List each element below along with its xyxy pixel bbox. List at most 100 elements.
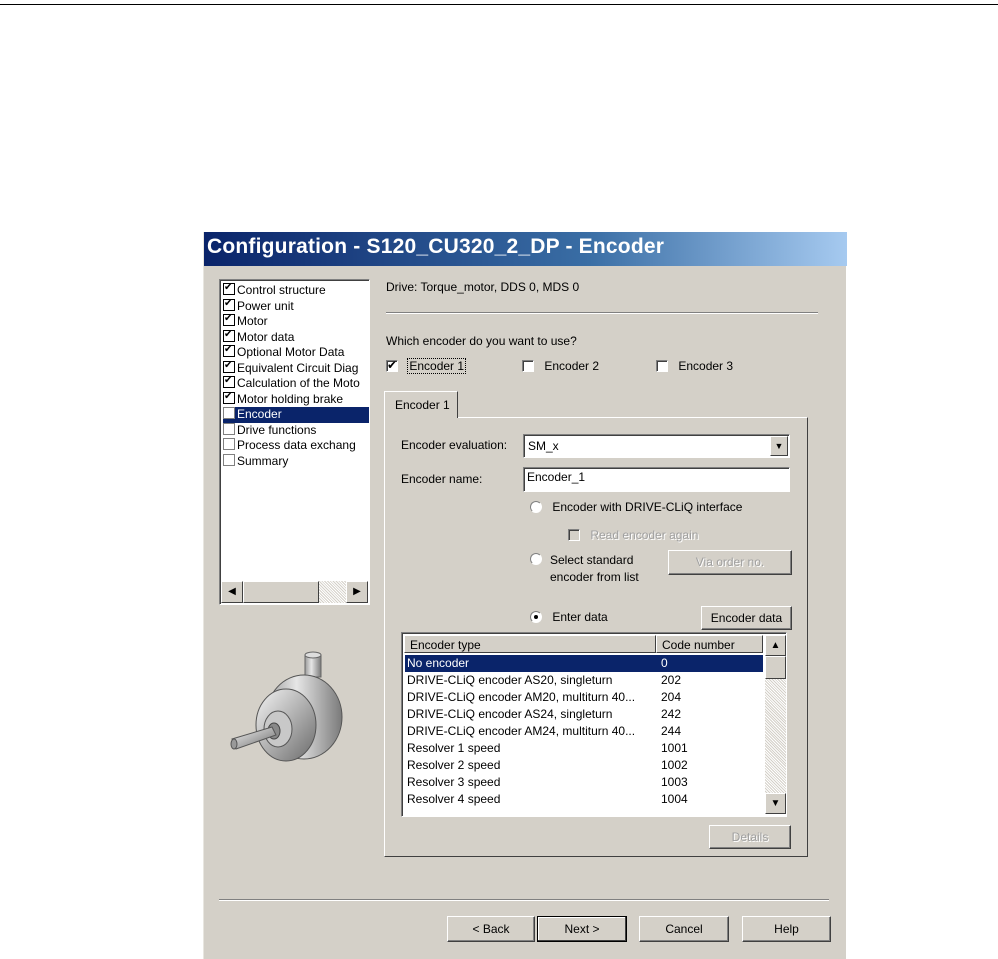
encoder-evaluation-select[interactable]: SM_x ▼ [523,434,790,458]
radio-drive-cliq-label: Encoder with DRIVE-CLiQ interface [552,500,743,514]
tree-item-label: Control structure [237,283,326,297]
tree-item-11[interactable]: Summary [223,453,369,470]
code-number-cell: 0 [661,656,668,670]
tree-checkmark-icon [223,298,235,311]
tree-item-label: Process data exchang [237,438,356,452]
tree-item-3[interactable]: Motor data [223,329,369,346]
tree-item-1[interactable]: Power unit [223,298,369,315]
table-row[interactable]: DRIVE-CLiQ encoder AS20, singleturn 202 [405,672,763,689]
encoder-name-input[interactable]: Encoder_1 [523,467,790,492]
column-header-encoder-type[interactable]: Encoder type [404,635,656,653]
tree-checkmark-icon [223,360,235,373]
scroll-thumb[interactable] [243,581,319,603]
next-button[interactable]: Next > [537,916,627,942]
details-button[interactable]: Details [709,825,791,849]
chevron-down-icon[interactable]: ▼ [770,436,788,456]
tab-encoder-1-label: Encoder 1 [395,398,450,412]
radio-empty-icon[interactable] [530,501,542,513]
radio-selected-icon[interactable] [530,611,542,623]
radio-empty-icon[interactable] [530,553,542,565]
read-encoder-again-checkbox[interactable]: Read encoder again [568,528,698,542]
tree-item-8[interactable]: Encoder [223,407,369,423]
encoder-3-checkbox[interactable]: Encoder 3 [656,359,733,373]
tree-checkmark-icon [223,329,235,342]
tree-item-4[interactable]: Optional Motor Data [223,345,369,361]
tree-item-0[interactable]: Control structure [223,283,369,299]
tree-item-label: Motor [237,314,268,328]
code-number-cell: 202 [661,673,682,687]
tree-item-label: Summary [237,453,289,468]
tree-checkmark-icon [223,283,235,295]
radio-enter-data[interactable]: Enter data [530,610,608,624]
back-button[interactable]: < Back [447,916,535,942]
encoder-name-label: Encoder name: [401,472,483,486]
footer-separator [219,899,829,901]
encoder-data-button[interactable]: Encoder data [701,606,792,630]
encoder-1-checkbox[interactable]: Encoder 1 [386,358,467,374]
tree-item-7[interactable]: Motor holding brake [223,391,369,408]
encoder-type-cell: Resolver 4 speed [407,792,501,806]
column-header-code-number[interactable]: Code number [656,635,763,653]
tree-item-label: Power unit [237,298,294,313]
tree-checkmark-icon [223,345,235,357]
radio-select-standard[interactable] [530,552,542,566]
tree-item-label: Motor data [237,329,295,344]
help-button[interactable]: Help [742,916,831,942]
checkbox-empty-icon[interactable] [522,360,534,372]
radio-select-standard-line2: encoder from list [550,570,639,584]
tree-list: Control structurePower unitMotorMotor da… [223,283,369,469]
tree-item-label: Drive functions [237,422,317,437]
scroll-down-icon[interactable]: ▼ [765,793,786,814]
radio-drive-cliq[interactable]: Encoder with DRIVE-CLiQ interface [530,500,742,514]
encoder-2-checkbox[interactable]: Encoder 2 [522,359,599,373]
checkbox-disabled-icon[interactable] [568,529,580,541]
tree-checkmark-icon [223,391,235,404]
encoder-type-cell: No encoder [407,656,470,670]
table-row[interactable]: DRIVE-CLiQ encoder AM20, multiturn 40...… [405,689,763,706]
table-row[interactable]: Resolver 1 speed 1001 [405,740,763,757]
table-row[interactable]: Resolver 3 speed 1003 [405,774,763,791]
table-row[interactable]: DRIVE-CLiQ encoder AS24, singleturn 242 [405,706,763,723]
dialog-titlebar[interactable]: Configuration - S120_CU320_2_DP - Encode… [204,232,847,266]
checkbox-checked-icon[interactable] [386,358,398,372]
tree-item-5[interactable]: Equivalent Circuit Diag [223,360,369,377]
cancel-button[interactable]: Cancel [639,916,729,942]
list-scroll-thumb[interactable] [765,656,786,679]
code-number-cell: 1002 [661,758,688,772]
encoder-type-cell: Resolver 3 speed [407,775,501,789]
table-row[interactable]: Resolver 4 speed 1004 [405,791,763,808]
wizard-step-tree[interactable]: Control structurePower unitMotorMotor da… [219,279,370,605]
tree-item-6[interactable]: Calculation of the Moto [223,376,369,392]
via-order-button[interactable]: Via order no. [668,550,792,575]
scroll-up-icon[interactable]: ▲ [765,635,786,656]
tree-item-2[interactable]: Motor [223,314,369,330]
table-row[interactable]: DRIVE-CLiQ encoder AM24, multiturn 40...… [405,723,763,740]
tree-horizontal-scrollbar[interactable]: ◀ ▶ [219,580,370,604]
encoder-type-list[interactable]: Encoder type Code number No encoder 0 DRIV… [401,632,787,817]
dialog-title: Configuration - S120_CU320_2_DP - Encode… [207,235,665,258]
tab-encoder-1[interactable]: Encoder 1 [384,391,458,418]
code-number-cell: 242 [661,707,682,721]
table-row[interactable]: Resolver 2 speed 1002 [405,757,763,774]
encoder-evaluation-value: SM_x [528,439,559,453]
read-encoder-again-label: Read encoder again [590,528,699,542]
scroll-right-icon[interactable]: ▶ [346,581,368,603]
encoder-type-cell: DRIVE-CLiQ encoder AS24, singleturn [407,707,613,721]
encoder-type-cell: Resolver 1 speed [407,741,501,755]
tree-unchecked-icon [223,438,235,450]
tree-item-label: Encoder [237,407,282,421]
list-scroll-track[interactable] [765,679,786,793]
list-item-partial[interactable] [405,809,763,816]
tree-item-10[interactable]: Process data exchang [223,438,369,454]
code-number-cell: 244 [661,724,682,738]
header-separator [386,312,818,314]
tree-item-label: Equivalent Circuit Diag [237,360,359,375]
scroll-left-icon[interactable]: ◀ [221,581,243,603]
checkbox-empty-icon[interactable] [656,360,668,372]
table-row[interactable]: No encoder 0 [405,655,763,672]
scroll-track[interactable] [319,581,346,603]
encoder-2-label: Encoder 2 [544,359,600,373]
encoder-question: Which encoder do you want to use? [386,334,577,348]
tree-item-9[interactable]: Drive functions [223,422,369,439]
tree-unchecked-icon [223,407,235,419]
